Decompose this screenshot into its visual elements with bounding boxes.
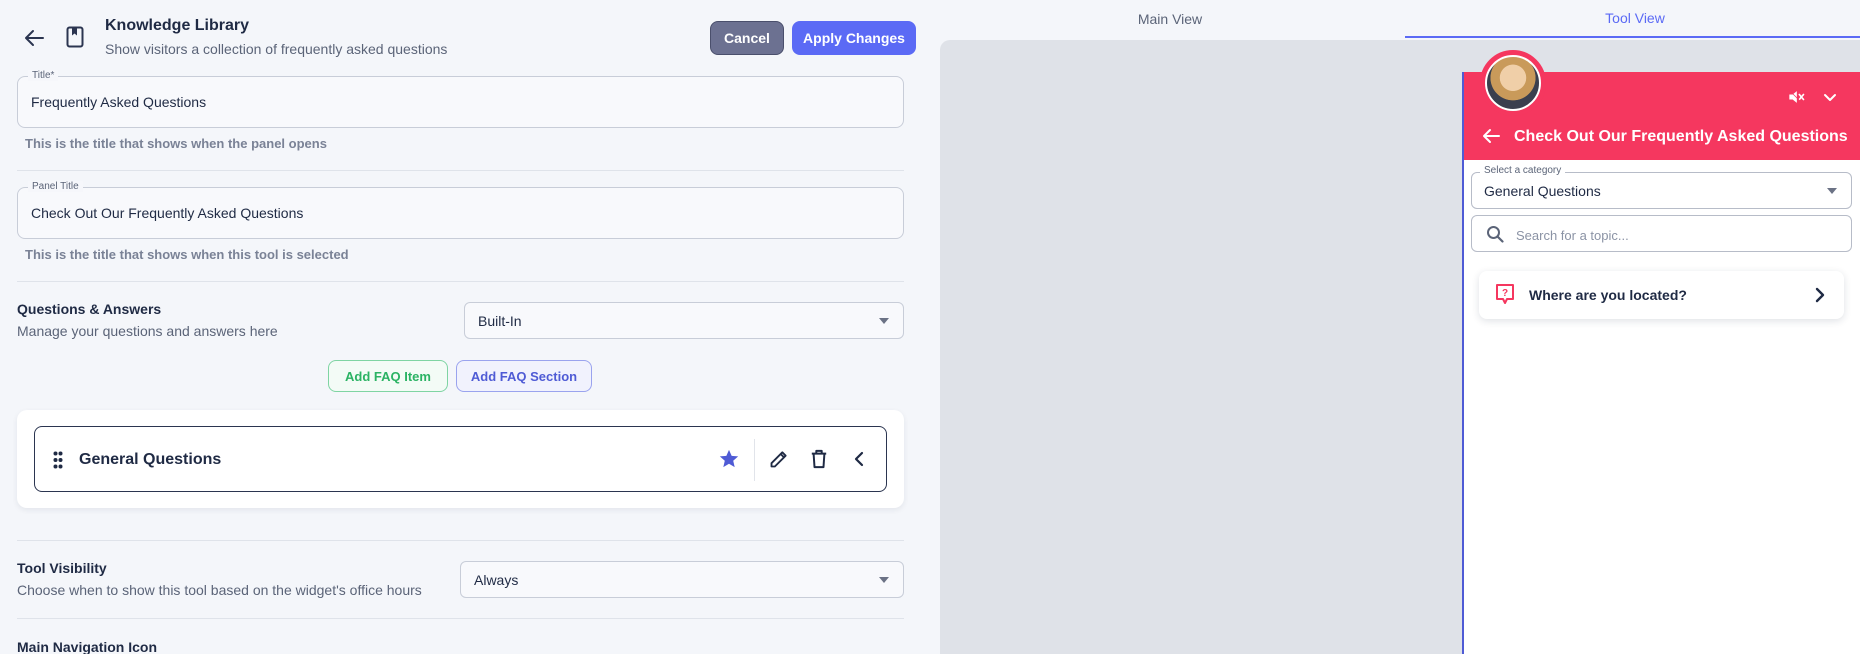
divider [17,170,904,171]
dropdown-caret-icon [879,577,889,583]
topic-search-input[interactable] [1516,225,1836,245]
search-icon [1486,225,1504,243]
divider [17,618,904,619]
title-field[interactable]: Title* Frequently Asked Questions [17,70,904,128]
dropdown-caret-icon [1827,188,1837,194]
qa-source-select[interactable]: Built-In [464,302,904,339]
title-field-label: Title* [28,70,59,81]
view-tabs: Main View Tool View [940,0,1860,38]
divider [17,540,904,541]
category-select-label: Select a category [1480,165,1566,176]
category-select[interactable]: Select a category General Questions [1471,165,1852,209]
category-select-value: General Questions [1484,183,1601,199]
panel-title-field-hint: This is the title that shows when this t… [25,247,349,262]
drag-handle-icon[interactable] [53,451,63,469]
divider [754,439,755,481]
back-arrow-icon[interactable] [22,26,46,50]
star-icon[interactable] [717,447,741,471]
visibility-title: Tool Visibility [17,560,107,576]
faq-section-name: General Questions [79,451,222,468]
title-field-hint: This is the title that shows when the pa… [25,136,327,151]
faq-question-item[interactable]: ? Where are you located? [1479,271,1844,319]
widget-back-arrow-icon[interactable] [1482,128,1502,146]
divider [17,281,904,282]
faq-question-text: Where are you located? [1529,287,1687,303]
chevron-down-icon[interactable] [1822,89,1838,105]
qa-section-title: Questions & Answers [17,301,162,317]
panel-title-field-label: Panel Title [28,181,83,192]
add-faq-item-button[interactable]: Add FAQ Item [328,360,448,392]
mute-icon[interactable] [1786,87,1806,107]
trash-icon[interactable] [807,447,831,471]
question-bubble-icon: ? [1495,283,1517,307]
panel-title-field[interactable]: Panel Title Check Out Our Frequently Ask… [17,181,904,239]
avatar [1480,50,1546,116]
faq-sections-card: General Questions [17,410,904,508]
book-icon [66,26,86,50]
edit-pencil-icon[interactable] [767,447,791,471]
tab-main-view[interactable]: Main View [940,0,1400,38]
qa-section-subtitle: Manage your questions and answers here [17,323,278,339]
visibility-value: Always [474,572,519,588]
page-subtitle: Show visitors a collection of frequently… [105,41,448,57]
page-title: Knowledge Library [105,17,250,34]
dropdown-caret-icon [879,318,889,324]
widget-title: Check Out Our Frequently Asked Questions [1514,128,1848,145]
topic-search[interactable] [1471,215,1852,252]
chat-widget-preview [1462,72,1860,654]
apply-changes-button[interactable]: Apply Changes [792,21,916,55]
chevron-right-icon [1814,287,1828,303]
tab-tool-view[interactable]: Tool View [1405,0,1860,38]
add-faq-section-button[interactable]: Add FAQ Section [456,360,592,392]
chevron-left-icon[interactable] [847,447,871,471]
main-nav-icon-title: Main Navigation Icon [17,639,158,654]
visibility-subtitle: Choose when to show this tool based on t… [17,582,422,598]
svg-text:?: ? [1502,288,1508,299]
qa-source-value: Built-In [478,313,522,329]
cancel-button[interactable]: Cancel [710,21,784,55]
panel-title-field-value[interactable]: Check Out Our Frequently Asked Questions [31,205,303,221]
title-field-value[interactable]: Frequently Asked Questions [31,94,206,110]
faq-section-row[interactable]: General Questions [34,426,887,492]
settings-panel: Knowledge Library Show visitors a collec… [0,0,920,654]
visibility-select[interactable]: Always [460,561,904,598]
